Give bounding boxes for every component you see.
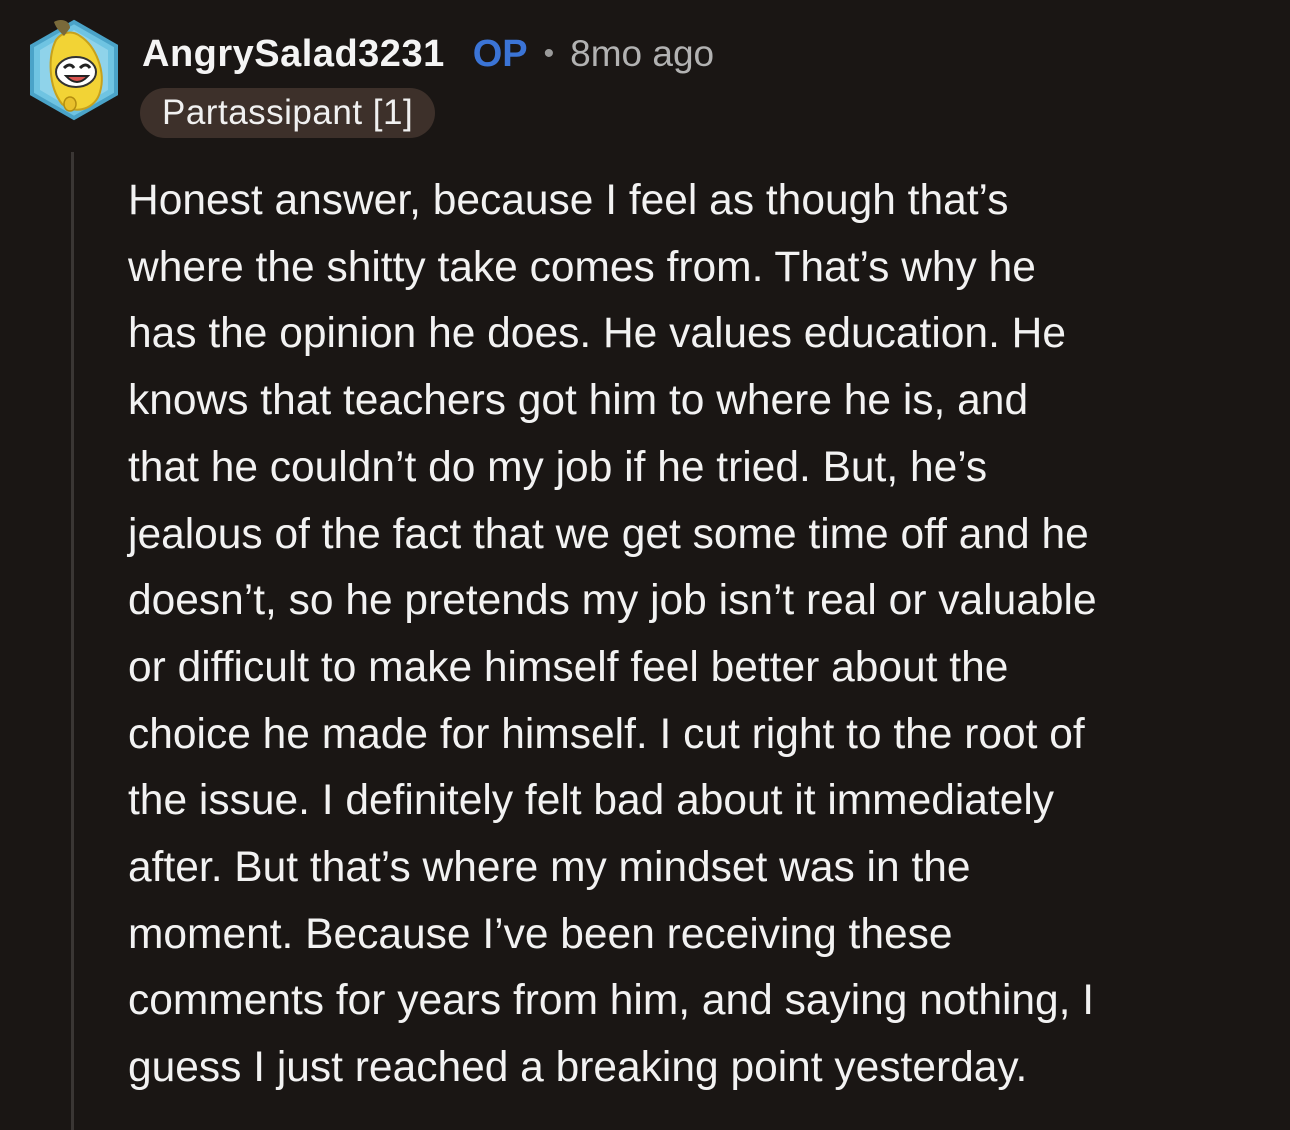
comment-header: AngrySalad3231 OP • 8mo ago	[142, 30, 714, 78]
username-link[interactable]: AngrySalad3231	[142, 33, 445, 76]
avatar[interactable]	[26, 16, 122, 124]
comment-body-line: or difficult to make himself feel better…	[128, 643, 1009, 691]
separator-dot: •	[543, 37, 555, 70]
user-flair: Partassipant [1]	[140, 88, 436, 138]
comment-body-line: jealous of the fact that we get some tim…	[128, 510, 1089, 558]
comment-body-line: after. But that’s where my mindset was i…	[128, 844, 971, 892]
comment-body-line: that he couldn’t do my job if he tried. …	[128, 443, 988, 491]
comment-body-line: knows that teachers got him to where he …	[128, 377, 1029, 425]
comment-body-line: has the opinion he does. He values educa…	[128, 310, 1067, 358]
thread-line[interactable]	[71, 152, 74, 1130]
comment-body: Honest answer, because I feel as though …	[128, 168, 1273, 1102]
comment-body-line: guess I just reached a breaking point ye…	[128, 1044, 1028, 1092]
comment-body-line: where the shitty take comes from. That’s…	[128, 243, 1036, 291]
comment-body-line: moment. Because I’ve been receiving thes…	[128, 910, 953, 958]
comment: AngrySalad3231 OP • 8mo ago Partassipant…	[0, 0, 1290, 1130]
comment-body-line: choice he made for himself. I cut right …	[128, 710, 1085, 758]
op-badge: OP	[472, 32, 528, 75]
comment-body-line: Honest answer, because I feel as though …	[128, 177, 1009, 224]
banana-snoo-avatar-icon	[30, 19, 118, 121]
comment-body-line: the issue. I definitely felt bad about i…	[128, 777, 1055, 825]
timestamp[interactable]: 8mo ago	[570, 33, 714, 75]
comment-body-line: doesn’t, so he pretends my job isn’t rea…	[128, 577, 1097, 625]
comment-body-line: comments for years from him, and saying …	[128, 977, 1095, 1025]
